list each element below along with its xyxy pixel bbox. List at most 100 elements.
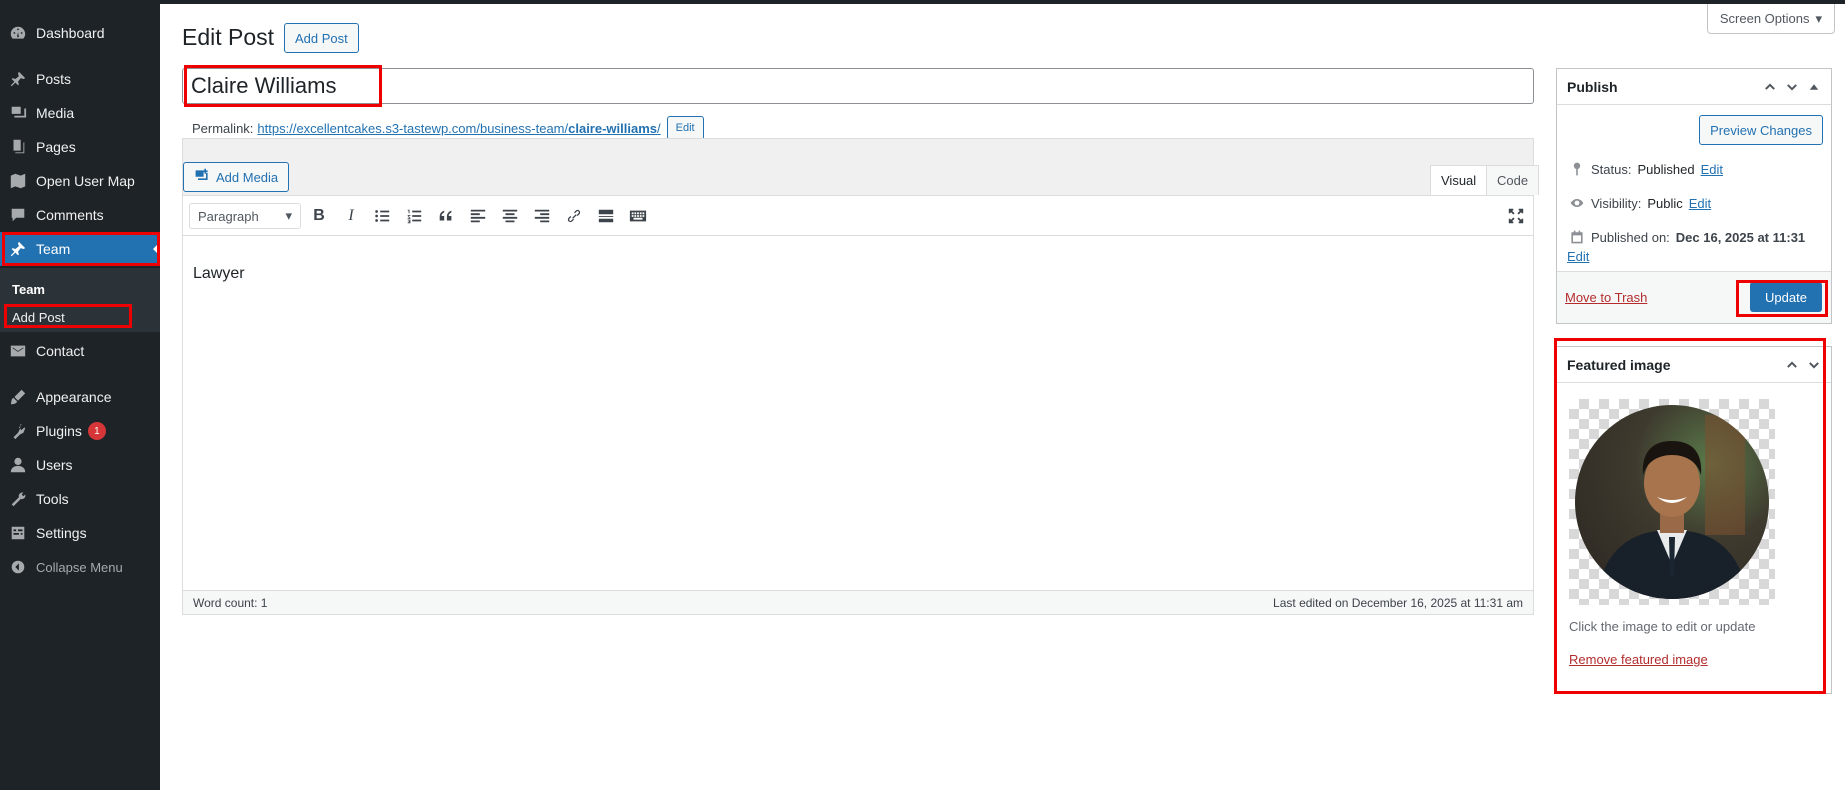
editor-content-area[interactable]: Lawyer: [193, 265, 245, 283]
sidebar-item-label: Open User Map: [36, 173, 135, 189]
status-value: Published: [1637, 161, 1695, 177]
edit-status-link[interactable]: Edit: [1701, 162, 1723, 177]
add-media-label: Add Media: [216, 169, 279, 185]
settings-icon: [0, 524, 36, 542]
portrait-photo: [1575, 405, 1769, 599]
sidebar-item-pages[interactable]: Pages: [0, 130, 160, 164]
chevron-down-icon: ▾: [285, 208, 292, 223]
edit-visibility-link[interactable]: Edit: [1689, 196, 1711, 211]
update-button[interactable]: Update: [1750, 282, 1822, 312]
chevron-down-icon[interactable]: [1807, 358, 1821, 372]
align-center-button[interactable]: [498, 204, 522, 228]
preview-changes-button[interactable]: Preview Changes: [1699, 115, 1823, 145]
eye-icon: [1570, 199, 1584, 207]
wrench-icon: [0, 490, 36, 508]
sidebar-item-label: Collapse Menu: [36, 559, 123, 575]
align-center-icon: [502, 209, 518, 223]
tab-code[interactable]: Code: [1486, 165, 1540, 195]
add-post-button[interactable]: Add Post: [284, 23, 359, 53]
submenu-item-add-post[interactable]: Add Post: [12, 310, 65, 325]
blockquote-button[interactable]: [434, 204, 458, 228]
box-controls: [1763, 80, 1821, 94]
status-label: Status:: [1591, 161, 1632, 177]
chevron-up-icon[interactable]: [1785, 358, 1799, 372]
bullet-list-icon: [375, 210, 390, 222]
sidebar-item-plugins[interactable]: Plugins 1: [0, 414, 160, 448]
sidebar-item-posts[interactable]: Posts: [0, 62, 160, 96]
sidebar-item-comments[interactable]: Comments: [0, 198, 160, 232]
sidebar-item-open-user-map[interactable]: Open User Map: [0, 164, 160, 198]
submenu-item-team[interactable]: Team: [12, 282, 45, 297]
sidebar-item-settings[interactable]: Settings: [0, 516, 160, 550]
sidebar-item-label: Media: [36, 105, 75, 121]
format-select-value: Paragraph: [198, 208, 259, 224]
pages-icon: [0, 138, 36, 156]
admin-sidebar: Dashboard Posts Media Pages Open User Ma…: [0, 4, 160, 790]
sidebar-item-tools[interactable]: Tools: [0, 482, 160, 516]
visibility-value: Public: [1647, 195, 1683, 211]
sidebar-item-label: Tools: [36, 491, 69, 507]
sidebar-item-dashboard[interactable]: Dashboard: [0, 16, 160, 50]
sidebar-item-appearance[interactable]: Appearance: [0, 380, 160, 414]
insert-link-button[interactable]: [562, 204, 586, 228]
format-select[interactable]: Paragraph ▾: [189, 203, 301, 229]
post-editor: Add Media Visual Code Paragraph ▾ B I La…: [182, 138, 1540, 615]
tab-visual[interactable]: Visual: [1430, 165, 1488, 195]
sidebar-item-label: Posts: [36, 71, 72, 87]
main-content: Screen Options ▾ Edit Post Add Post Clai…: [160, 4, 1845, 790]
pin-status-icon: [1573, 162, 1581, 176]
caret-down-icon: ▾: [1815, 10, 1822, 26]
user-icon: [0, 456, 36, 474]
sidebar-item-contact[interactable]: Contact: [0, 334, 160, 368]
screen-options-button[interactable]: Screen Options ▾: [1706, 4, 1835, 34]
chevron-down-icon[interactable]: [1785, 80, 1799, 94]
plugin-icon: [0, 422, 36, 440]
permalink-edit-button[interactable]: Edit: [666, 116, 704, 140]
post-title-input[interactable]: Claire Williams: [182, 68, 1534, 104]
permalink-link[interactable]: https://excellentcakes.s3-tastewp.com/bu…: [257, 121, 660, 136]
sidebar-item-media[interactable]: Media: [0, 96, 160, 130]
italic-button[interactable]: I: [339, 204, 363, 228]
edit-date-link[interactable]: Edit: [1567, 249, 1589, 264]
published-label: Published on:: [1591, 229, 1670, 245]
brush-icon: [0, 388, 36, 406]
update-count-badge: 1: [87, 422, 106, 440]
word-count: Word count: 1: [193, 595, 268, 610]
chevron-up-icon[interactable]: [1763, 80, 1777, 94]
fullscreen-button[interactable]: [1504, 204, 1528, 228]
comments-icon: [0, 206, 36, 224]
toolbar-toggle-button[interactable]: [626, 204, 650, 228]
align-left-button[interactable]: [466, 204, 490, 228]
bullet-list-button[interactable]: [370, 204, 394, 228]
remove-featured-image-link[interactable]: Remove featured image: [1569, 652, 1708, 667]
collapse-icon: [0, 558, 36, 576]
move-to-trash-link[interactable]: Move to Trash: [1565, 290, 1647, 305]
bold-button[interactable]: B: [307, 204, 331, 228]
numbered-list-icon: [407, 209, 422, 224]
formatting-toolbar: Paragraph ▾ B I: [183, 195, 1533, 236]
collapse-menu-button[interactable]: Collapse Menu: [0, 550, 160, 584]
pin-icon: [0, 70, 36, 88]
featured-image-thumbnail[interactable]: [1569, 399, 1775, 605]
permalink-slug: claire-williams: [568, 120, 658, 136]
add-media-button[interactable]: Add Media: [183, 162, 290, 192]
mail-icon: [0, 342, 36, 360]
toggle-panel-icon[interactable]: [1807, 80, 1821, 94]
sidebar-item-label: Users: [36, 457, 73, 473]
sidebar-item-label: Team: [36, 241, 71, 257]
content-paragraph: Lawyer: [193, 265, 245, 282]
sidebar-item-label: Comments: [36, 207, 104, 223]
align-left-icon: [470, 209, 486, 223]
sidebar-item-users[interactable]: Users: [0, 448, 160, 482]
align-right-icon: [534, 209, 550, 223]
publish-box-title: Publish: [1567, 78, 1618, 95]
read-more-button[interactable]: [594, 204, 618, 228]
align-right-button[interactable]: [530, 204, 554, 228]
publish-box: Publish Preview Changes Status: Publishe…: [1556, 68, 1832, 324]
numbered-list-button[interactable]: [402, 204, 426, 228]
publish-actions: Move to Trash Update: [1557, 271, 1831, 323]
permalink-end: /: [657, 120, 661, 136]
published-on-row: Published on: Dec 16, 2025 at 11:31: [1569, 229, 1805, 245]
sidebar-item-team[interactable]: Team: [0, 232, 160, 266]
map-icon: [0, 172, 36, 190]
